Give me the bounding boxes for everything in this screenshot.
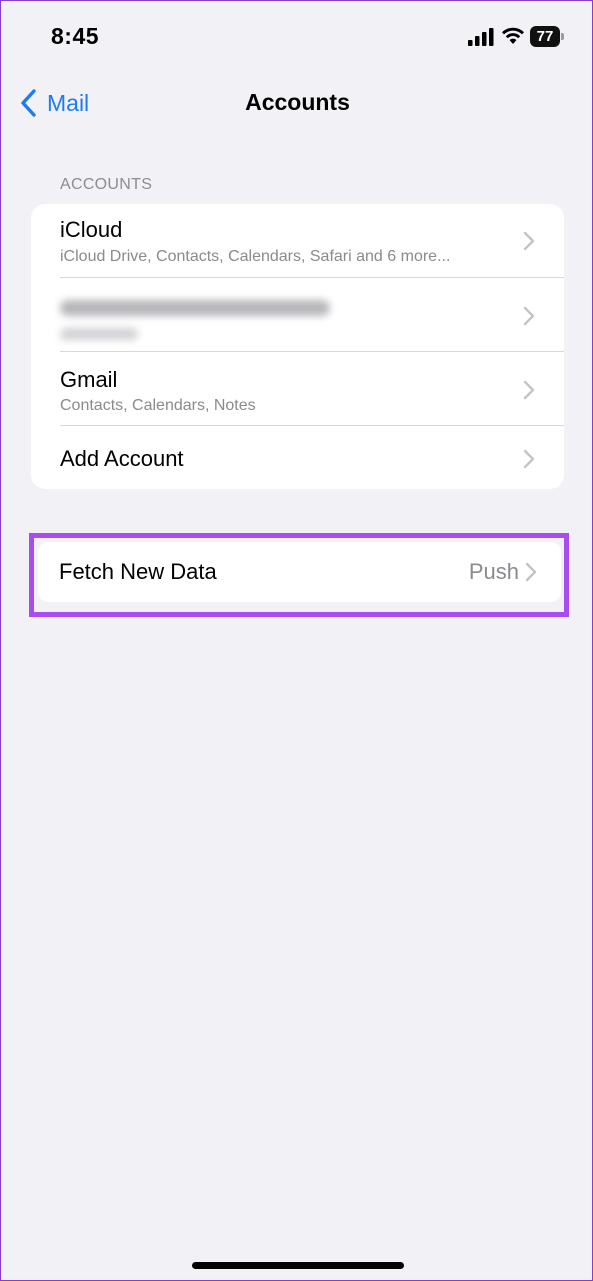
chevron-right-icon (523, 449, 535, 469)
home-indicator[interactable] (192, 1262, 404, 1269)
account-subtitle: iCloud Drive, Contacts, Calendars, Safar… (60, 248, 451, 265)
accounts-list: iCloud iCloud Drive, Contacts, Calendars… (31, 204, 564, 489)
redacted-email (60, 300, 330, 316)
chevron-right-icon (523, 380, 535, 400)
fetch-new-data-row[interactable]: Fetch New Data Push (38, 542, 561, 602)
account-row-gmail[interactable]: Gmail Contacts, Calendars, Notes (31, 352, 564, 426)
battery-cap (561, 33, 564, 40)
navigation-bar: Mail Accounts (1, 73, 593, 133)
battery-icon: 77 (530, 26, 564, 47)
account-title: iCloud (60, 217, 123, 242)
fetch-new-data-label: Fetch New Data (59, 559, 217, 584)
wifi-icon (502, 27, 524, 44)
status-bar: 8:45 77 (1, 1, 593, 73)
accounts-section-header: ACCOUNTS (60, 176, 153, 193)
fetch-value: Push (468, 559, 519, 584)
chevron-right-icon (525, 562, 537, 582)
add-account-button[interactable]: Add Account (31, 426, 564, 489)
account-row-icloud[interactable]: iCloud iCloud Drive, Contacts, Calendars… (31, 204, 564, 278)
account-subtitle: Contacts, Calendars, Notes (60, 397, 256, 414)
status-time: 8:45 (51, 23, 100, 49)
chevron-right-icon (523, 306, 535, 326)
page-title: Accounts (245, 89, 350, 115)
chevron-right-icon (523, 231, 535, 251)
battery-level: 77 (530, 26, 560, 47)
account-row-redacted[interactable] (31, 278, 564, 352)
cellular-signal-icon (468, 28, 494, 46)
account-title: Gmail (60, 367, 118, 392)
redacted-subtitle (60, 328, 138, 340)
add-account-label: Add Account (60, 446, 184, 471)
